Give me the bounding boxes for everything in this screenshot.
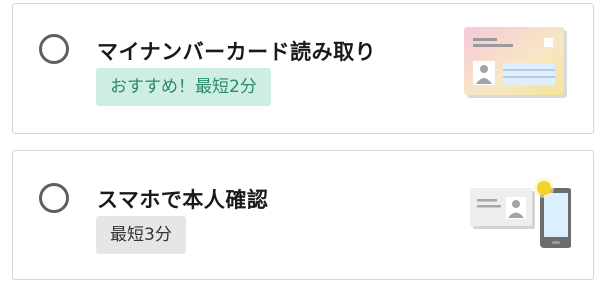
option-title: マイナンバーカード読み取り (97, 40, 377, 64)
radio-button[interactable] (39, 34, 69, 64)
duration-badge: 最短3分 (96, 216, 186, 254)
my-number-card-icon (461, 24, 571, 100)
option-card-smartphone[interactable]: スマホで本人確認 最短3分 (12, 150, 594, 280)
recommend-badge: おすすめ！最短2分 (96, 68, 271, 106)
radio-button[interactable] (39, 183, 69, 213)
smartphone-id-icon (456, 173, 572, 255)
option-card-mynumber[interactable]: マイナンバーカード読み取り おすすめ！最短2分 (12, 3, 594, 134)
option-title: スマホで本人確認 (97, 188, 269, 212)
